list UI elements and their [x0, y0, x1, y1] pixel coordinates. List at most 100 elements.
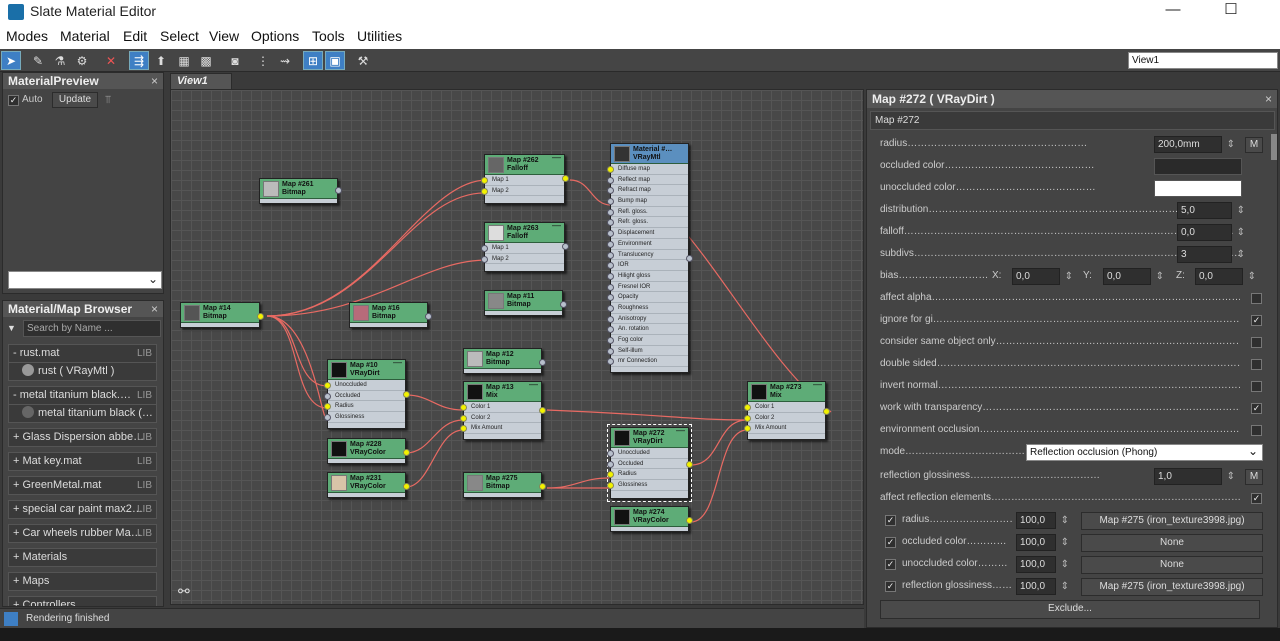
radius-spinner[interactable]: 200,0mm — [1154, 136, 1235, 153]
input-socket[interactable] — [460, 414, 467, 422]
input-socket[interactable] — [481, 187, 488, 195]
node-slot[interactable]: Mix Amount — [744, 423, 825, 435]
show-map-icon[interactable]: ◙ — [225, 51, 245, 70]
input-socket[interactable] — [481, 177, 488, 184]
node-slot[interactable]: Reflect map — [607, 175, 688, 186]
node-slot[interactable]: An. rotation — [607, 324, 688, 335]
maximize-button[interactable]: ☐ — [1208, 0, 1254, 22]
node-slot[interactable]: Mix Amount — [460, 423, 541, 435]
input-socket[interactable] — [460, 404, 467, 411]
node-slot[interactable]: Refract map — [607, 185, 688, 197]
assign-material-icon[interactable]: ⚙ — [72, 51, 92, 70]
affect-reflection-checkbox[interactable]: ✓ — [1251, 493, 1262, 504]
node-slot[interactable]: Environment — [607, 239, 688, 250]
close-icon[interactable]: × — [1265, 90, 1272, 108]
map-amount-spinner[interactable]: 100,0 — [1016, 578, 1069, 595]
node-map-14[interactable]: Map #14 Bitmap — [180, 302, 264, 328]
browser-item[interactable]: + GreenMetal.mat LIB — [8, 476, 157, 495]
bias-z-spinner[interactable]: 0,0 — [1195, 268, 1256, 285]
map-slot-button[interactable]: None — [1081, 556, 1263, 574]
map-enable-checkbox[interactable]: ✓ — [885, 515, 896, 526]
input-socket[interactable] — [607, 262, 614, 270]
input-socket[interactable] — [607, 315, 614, 323]
node-map-261[interactable]: Map #261 Bitmap — [259, 178, 342, 204]
node-slot[interactable]: Hilight gloss — [607, 271, 688, 282]
input-socket[interactable] — [607, 187, 614, 195]
option-checkbox[interactable] — [1251, 425, 1262, 436]
preview-dropdown[interactable]: ⌄ — [8, 271, 162, 289]
node-vraymtl[interactable]: Material #… VRayMtl Diffuse map Reflect ma… — [607, 143, 693, 373]
node-slot[interactable]: Anisotropy — [607, 314, 688, 325]
node-output-socket[interactable] — [562, 243, 569, 250]
input-socket[interactable] — [744, 404, 751, 411]
node-output-socket[interactable] — [335, 187, 342, 194]
node-slot[interactable]: Refr. gloss. — [607, 217, 688, 229]
input-socket[interactable] — [607, 166, 614, 173]
node-output-socket[interactable] — [403, 449, 410, 456]
input-socket[interactable] — [324, 414, 331, 422]
node-slot[interactable]: Occluded — [324, 391, 405, 402]
node-output-socket[interactable] — [823, 408, 830, 415]
node-slot[interactable]: Unoccluded — [607, 448, 688, 459]
navigator-icon[interactable]: ▣ — [325, 51, 345, 70]
map-amount-spinner[interactable]: 100,0 — [1016, 512, 1069, 529]
map-amount-spinner[interactable]: 100,0 — [1016, 534, 1069, 551]
input-socket[interactable] — [324, 403, 331, 411]
close-icon[interactable]: × — [151, 301, 158, 317]
input-socket[interactable] — [607, 304, 614, 312]
minimize-button[interactable]: — — [1150, 0, 1196, 22]
node-output-socket[interactable] — [560, 301, 567, 308]
browser-item[interactable]: - metal titanium black.… LIB — [8, 386, 157, 405]
option-checkbox[interactable] — [1251, 381, 1262, 392]
menu-view[interactable]: View — [209, 28, 239, 44]
option-checkbox[interactable] — [1251, 359, 1262, 370]
node-map-272[interactable]: Map #272 VRayDirt — Unoccluded Occluded Ra… — [607, 424, 693, 502]
node-output-socket[interactable] — [539, 407, 546, 414]
node-output-socket[interactable] — [403, 483, 410, 490]
input-socket[interactable] — [607, 482, 614, 490]
node-slot[interactable]: Opacity — [607, 292, 688, 303]
option-checkbox[interactable] — [1251, 337, 1262, 348]
browser-item[interactable]: + Glass Dispersion abbe… LIB — [8, 428, 157, 447]
select-by-material-icon[interactable]: ⚒ — [353, 51, 373, 70]
node-output-socket[interactable] — [686, 461, 693, 468]
input-socket[interactable] — [324, 392, 331, 400]
close-icon[interactable]: × — [151, 73, 158, 89]
navigator-binoculars-icon[interactable]: ⚯ — [178, 583, 190, 600]
map-amount-spinner[interactable]: 100,0 — [1016, 556, 1069, 573]
node-slot[interactable]: Glossiness — [607, 480, 688, 491]
input-socket[interactable] — [607, 450, 614, 457]
browser-options-icon[interactable]: ▼ — [7, 323, 16, 333]
delete-icon[interactable]: ✕ — [101, 51, 121, 70]
map-slot-button[interactable]: None — [1081, 534, 1263, 552]
node-slot[interactable]: Fresnel IOR — [607, 282, 688, 293]
input-socket[interactable] — [607, 230, 614, 238]
node-output-socket[interactable] — [539, 359, 546, 366]
node-slot[interactable]: Occluded — [607, 459, 688, 470]
input-socket[interactable] — [324, 382, 331, 389]
menu-tools[interactable]: Tools — [312, 28, 345, 44]
minimize-node-icon[interactable]: — — [676, 425, 685, 435]
menu-edit[interactable]: Edit — [123, 28, 147, 44]
eyedropper-icon[interactable]: ✎ — [28, 51, 48, 70]
node-slot[interactable]: IOR — [607, 260, 688, 271]
browser-item[interactable]: + Controllers — [8, 596, 157, 606]
input-socket[interactable] — [481, 255, 488, 263]
input-socket[interactable] — [744, 425, 751, 433]
view-selector[interactable]: View1 — [1128, 52, 1278, 69]
node-slot[interactable]: Map 2 — [481, 254, 564, 265]
tab-view1[interactable]: View1 — [170, 73, 232, 90]
input-socket[interactable] — [607, 272, 614, 280]
browser-item[interactable]: + Maps — [8, 572, 157, 591]
subdivs-spinner[interactable]: 3 — [1177, 246, 1245, 263]
input-socket[interactable] — [607, 294, 614, 302]
node-map-274[interactable]: Map #274 VRayColor — [610, 506, 693, 532]
node-slot[interactable]: Map 2 — [481, 186, 564, 197]
option-checkbox[interactable] — [1251, 293, 1262, 304]
background-toggle-icon[interactable]: ▦ — [174, 51, 194, 70]
browser-item[interactable]: + Mat key.mat LIB — [8, 452, 157, 471]
auto-checkbox[interactable]: ✓ — [8, 95, 19, 106]
browser-item[interactable]: metal titanium black (… — [8, 404, 157, 423]
input-socket[interactable] — [481, 245, 488, 252]
input-socket[interactable] — [607, 198, 614, 206]
